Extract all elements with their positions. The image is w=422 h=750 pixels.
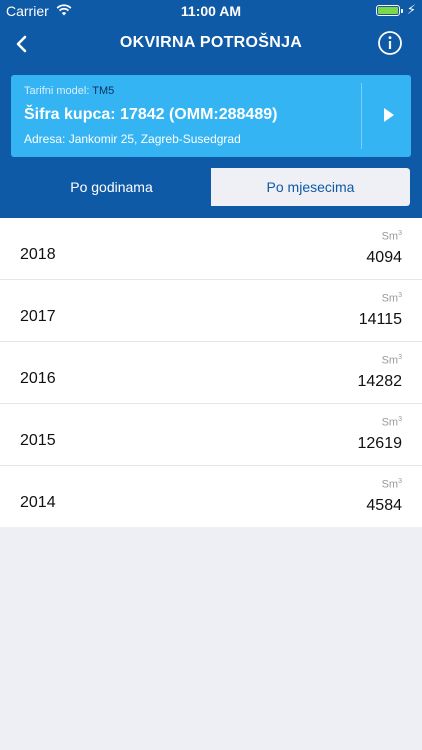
header: Carrier 11:00 AM ⚡ OKVIRNA POTROŠNJA Tar… — [0, 0, 422, 218]
list-item[interactable]: 2016 Sm3 14282 — [0, 342, 422, 404]
list-item[interactable]: 2015 Sm3 12619 — [0, 404, 422, 466]
customer-address: Adresa: Jankomir 25, Zagreb-Susedgrad — [24, 132, 241, 146]
consumption-value: 14282 — [357, 373, 403, 390]
year-label: 2017 — [20, 308, 56, 325]
tarif-label: Tarifni model: — [24, 85, 90, 97]
year-list: 2018 Sm3 4094 2017 Sm3 14115 2016 Sm3 14… — [0, 218, 422, 527]
period-segmented-control: Po godinama Po mjesecima — [11, 167, 411, 207]
list-item[interactable]: 2017 Sm3 14115 — [0, 280, 422, 342]
tab-by-year[interactable]: Po godinama — [12, 168, 211, 206]
unit-label: Sm3 — [381, 478, 402, 491]
battery-icon — [376, 5, 403, 16]
unit-label: Sm3 — [381, 292, 402, 305]
consumption-value: 12619 — [357, 435, 403, 452]
triangle-right-icon[interactable] — [382, 106, 396, 124]
consumption-value: 4584 — [366, 497, 402, 514]
page-title: OKVIRNA POTROŠNJA — [119, 34, 303, 51]
consumption-value: 14115 — [358, 311, 402, 328]
unit-label: Sm3 — [381, 354, 402, 367]
list-item[interactable]: 2014 Sm3 4584 — [0, 466, 422, 527]
list-item[interactable]: 2018 Sm3 4094 — [0, 218, 422, 280]
tarif-value: TM5 — [92, 85, 115, 97]
status-bar: Carrier 11:00 AM ⚡ — [0, 0, 422, 22]
tab-by-month[interactable]: Po mjesecima — [211, 168, 410, 206]
status-time: 11:00 AM — [180, 3, 242, 19]
card-divider — [361, 83, 362, 149]
account-card[interactable]: Tarifni model: TM5 Šifra kupca: 17842 (O… — [11, 75, 411, 157]
charging-icon: ⚡ — [406, 2, 416, 17]
customer-code: Šifra kupca: 17842 (OMM:288489) — [24, 106, 278, 123]
unit-label: Sm3 — [381, 230, 402, 243]
unit-label: Sm3 — [381, 416, 402, 429]
consumption-value: 4094 — [366, 249, 402, 266]
year-label: 2015 — [20, 432, 56, 449]
year-label: 2014 — [20, 494, 56, 511]
year-label: 2016 — [20, 370, 56, 387]
navbar: OKVIRNA POTROŠNJA — [0, 22, 422, 66]
tarif-model: Tarifni model: TM5 — [24, 85, 114, 97]
info-icon[interactable] — [377, 30, 403, 56]
year-label: 2018 — [20, 246, 56, 263]
